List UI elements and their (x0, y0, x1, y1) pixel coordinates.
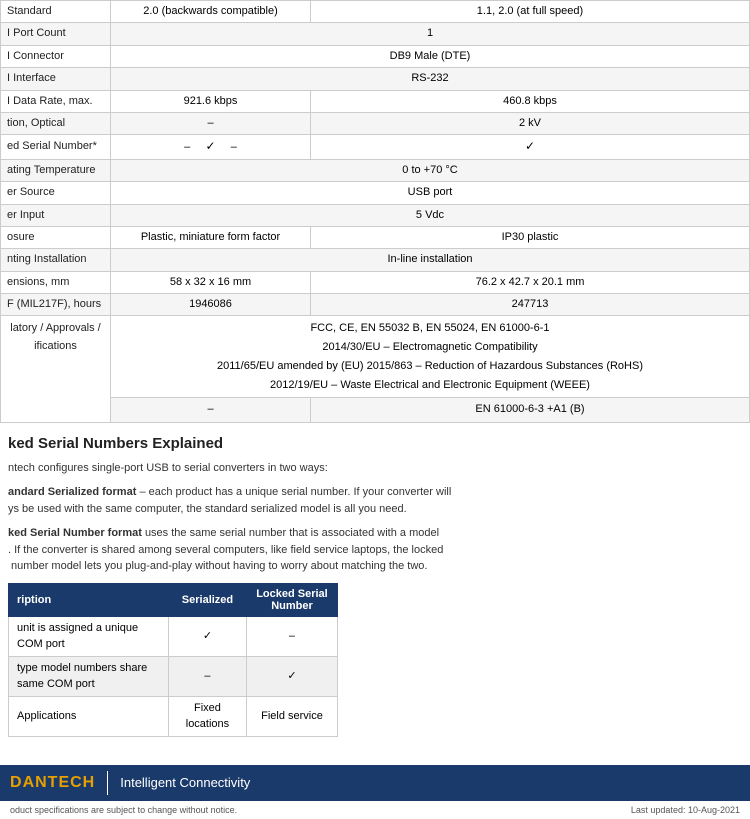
inner-cell-desc-3: Applications (9, 696, 169, 736)
inner-th-locked: Locked Serial Number (246, 583, 337, 616)
inner-row-2: type model numbers share same COM port –… (9, 656, 338, 696)
spec-table: Standard 2.0 (backwards compatible) 1.1,… (0, 0, 750, 423)
inner-cell-ser-2: – (169, 656, 247, 696)
spec-label-dimensions: ensions, mm (1, 271, 111, 293)
spec-val-temp: 0 to +70 °C (111, 159, 750, 181)
spec-label-mtbf: F (MIL217F), hours (1, 294, 111, 316)
inner-row-3: Applications Fixed locations Field servi… (9, 696, 338, 736)
spec-val-dimensions-2: 76.2 x 42.7 x 20.1 mm (311, 271, 750, 293)
spec-label-optical: tion, Optical (1, 112, 111, 134)
spec-val-datarate-2: 460.8 kbps (311, 90, 750, 112)
lsn-intro: ntech configures single-port USB to seri… (8, 460, 742, 477)
inner-cell-ser-3: Fixed locations (169, 696, 247, 736)
spec-label-powersource: er Source (1, 182, 111, 204)
spec-val-approvals-main: FCC, CE, EN 55032 B, EN 55024, EN 61000-… (111, 316, 750, 398)
spec-val-standard-2: 1.1, 2.0 (at full speed) (311, 1, 750, 23)
inner-row-1: unit is assigned a unique COM port ✓ – (9, 616, 338, 656)
spec-label-mounting: nting Installation (1, 249, 111, 271)
footer-divider (107, 771, 108, 795)
spec-val-interface: RS-232 (111, 68, 750, 90)
inner-cell-ser-1: ✓ (169, 616, 247, 656)
spec-label-approvals: latory / Approvals /ifications (1, 316, 111, 422)
lsn-para1: andard Serialized format – each product … (8, 484, 742, 517)
inner-cell-desc-2: type model numbers share same COM port (9, 656, 169, 696)
inner-th-desc: ription (9, 583, 169, 616)
inner-cell-locked-2: ✓ (246, 656, 337, 696)
spec-val-serial-1: – ✓ – (111, 135, 311, 159)
spec-val-powersource: USB port (111, 182, 750, 204)
spec-val-portcount: 1 (111, 23, 750, 45)
footer-logo-rest: ANTECH (23, 774, 96, 791)
spec-label-interface: I Interface (1, 68, 111, 90)
lsn-section: ked Serial Numbers Explained ntech confi… (0, 423, 750, 745)
spec-val-approvals-extra-right: EN 61000-6-3 +A1 (B) (311, 398, 750, 423)
footer-logo: DANTECH (10, 774, 95, 792)
footer-tagline: Intelligent Connectivity (120, 775, 250, 790)
footer-date: Last updated: 10-Aug-2021 (631, 805, 740, 815)
inner-table: ription Serialized Locked Serial Number … (8, 583, 338, 737)
spec-label-enclosure: osure (1, 226, 111, 248)
inner-cell-desc-1: unit is assigned a unique COM port (9, 616, 169, 656)
spec-val-enclosure-1: Plastic, miniature form factor (111, 226, 311, 248)
lsn-para2: ked Serial Number format uses the same s… (8, 525, 742, 575)
spec-val-optical-2: 2 kV (311, 112, 750, 134)
lsn-para2-bold: ked Serial Number format (8, 527, 142, 539)
lsn-para1-bold: andard Serialized format (8, 486, 136, 498)
spec-val-standard-1: 2.0 (backwards compatible) (111, 1, 311, 23)
spec-val-connector: DB9 Male (DTE) (111, 45, 750, 67)
spec-label-connector: I Connector (1, 45, 111, 67)
spec-label-powerinput: er Input (1, 204, 111, 226)
spec-val-approvals-extra-left: – (111, 398, 311, 423)
spec-val-mtbf-1: 1946086 (111, 294, 311, 316)
inner-cell-locked-1: – (246, 616, 337, 656)
spec-val-serial-2: ✓ (311, 135, 750, 159)
spec-val-mtbf-2: 247713 (311, 294, 750, 316)
spec-label-temp: ating Temperature (1, 159, 111, 181)
footer-notice: oduct specifications are subject to chan… (10, 805, 237, 815)
footer-bar: DANTECH Intelligent Connectivity (0, 765, 750, 801)
footer-logo-d: D (10, 774, 23, 791)
footer-sub: oduct specifications are subject to chan… (0, 801, 750, 819)
spec-val-optical-1: – (111, 112, 311, 134)
lsn-title: ked Serial Numbers Explained (8, 435, 742, 452)
spec-val-enclosure-2: IP30 plastic (311, 226, 750, 248)
inner-th-ser: Serialized (169, 583, 247, 616)
spec-val-datarate-1: 921.6 kbps (111, 90, 311, 112)
spec-label-portcount: I Port Count (1, 23, 111, 45)
spec-label-datarate: I Data Rate, max. (1, 90, 111, 112)
inner-cell-locked-3: Field service (246, 696, 337, 736)
spec-val-powerinput: 5 Vdc (111, 204, 750, 226)
spec-label-standard: Standard (1, 1, 111, 23)
spec-val-mounting: In-line installation (111, 249, 750, 271)
spec-val-dimensions-1: 58 x 32 x 16 mm (111, 271, 311, 293)
spec-label-serial: ed Serial Number* (1, 135, 111, 159)
